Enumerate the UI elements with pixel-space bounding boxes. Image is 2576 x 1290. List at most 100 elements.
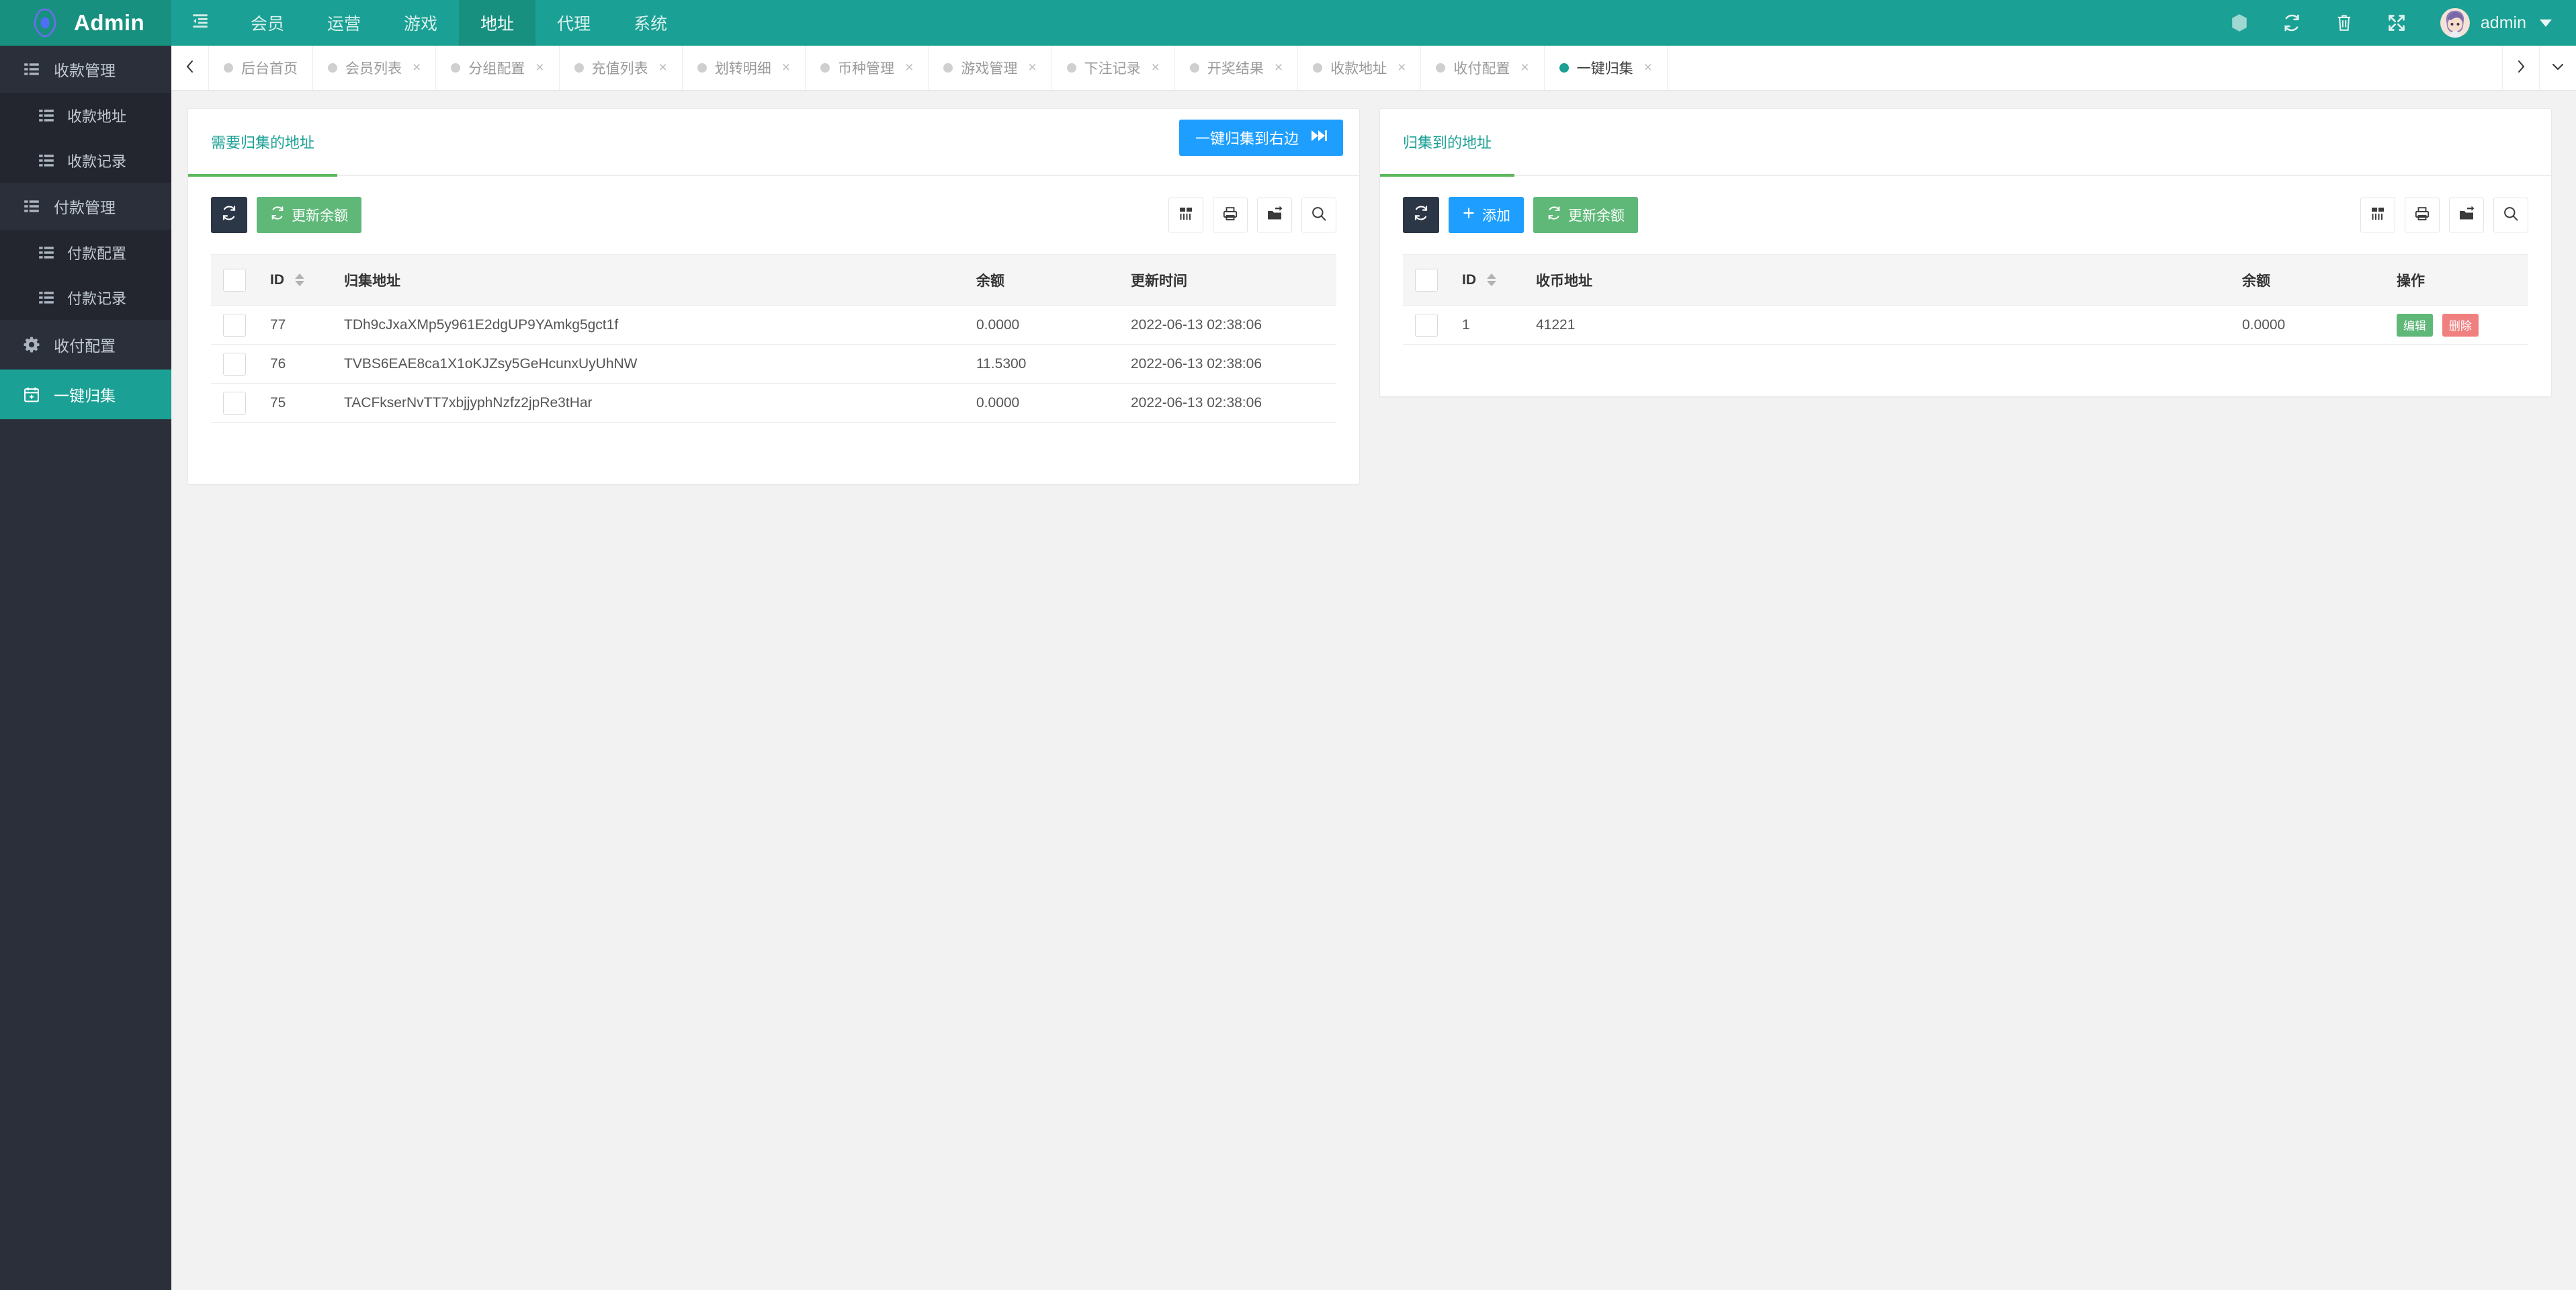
refresh-icon: [270, 206, 285, 224]
left-toolbar-icons: [1168, 198, 1336, 232]
header-updated-label: 更新时间: [1131, 273, 1187, 289]
tab-scroll-right-button[interactable]: [2502, 46, 2539, 90]
sidebar-item-collection-address[interactable]: 收款地址: [0, 93, 171, 138]
close-icon[interactable]: ×: [1028, 60, 1036, 76]
nav-label: 系统: [634, 15, 668, 34]
search-button[interactable]: [1301, 198, 1336, 232]
search-button[interactable]: [2493, 198, 2528, 232]
sidebar-item-receive-pay-config[interactable]: 收付配置: [0, 320, 171, 370]
tab-receive-pay-config[interactable]: 收付配置 ×: [1421, 46, 1545, 90]
table-row[interactable]: 75 TACFkserNvTT7xbjjyphNzfz2jpRe3tHar 0.…: [211, 383, 1336, 423]
list-icon: [23, 198, 40, 215]
right-update-balance-button[interactable]: 更新余额: [1533, 197, 1638, 233]
nav-item-0[interactable]: 会员: [229, 0, 306, 46]
nav-item-1[interactable]: 运营: [306, 0, 382, 46]
table-row[interactable]: 1 41221 0.0000 编辑 删除: [1403, 305, 2528, 345]
close-icon[interactable]: ×: [1644, 60, 1652, 76]
export-button[interactable]: [1257, 198, 1292, 232]
tab-member-list[interactable]: 会员列表 ×: [313, 46, 437, 90]
header-id[interactable]: ID: [261, 254, 335, 306]
export-button[interactable]: [2449, 198, 2484, 232]
sort-icon[interactable]: [1486, 273, 1496, 287]
brand-logo-area[interactable]: Admin: [0, 0, 171, 46]
panel-tab-source[interactable]: 需要归集的地址: [188, 108, 338, 177]
row-checkbox[interactable]: [223, 391, 246, 415]
row-checkbox[interactable]: [223, 352, 246, 376]
sidebar-group-payment[interactable]: 付款管理: [0, 183, 171, 230]
fullscreen-button[interactable]: [2370, 0, 2423, 46]
nav-item-5[interactable]: 系统: [612, 0, 689, 46]
sidebar-group-label: 付款管理: [54, 199, 116, 216]
close-icon[interactable]: ×: [1398, 60, 1406, 76]
row-checkbox[interactable]: [1415, 313, 1438, 337]
list-icon: [38, 244, 55, 261]
nav-item-4[interactable]: 代理: [535, 0, 612, 46]
export-icon: [2458, 206, 2475, 225]
sidebar-item-label: 收款地址: [67, 108, 127, 125]
close-icon[interactable]: ×: [535, 60, 544, 76]
close-icon[interactable]: ×: [1152, 60, 1160, 76]
sidebar-item-payment-record[interactable]: 付款记录: [0, 275, 171, 320]
table-row[interactable]: 76 TVBS6EAE8ca1X1oKJZsy5GeHcunxUyUhNW 11…: [211, 344, 1336, 384]
select-all-checkbox[interactable]: [1415, 268, 1438, 292]
panel-tab-label: 需要归集的地址: [211, 134, 315, 151]
left-update-balance-button[interactable]: 更新余额: [257, 197, 361, 233]
sidebar-toggle-button[interactable]: [171, 0, 229, 46]
tab-recharge-list[interactable]: 充值列表 ×: [560, 46, 683, 90]
tab-menu-button[interactable]: [2539, 46, 2576, 90]
print-button[interactable]: [1213, 198, 1248, 232]
sidebar-item-collection-record[interactable]: 收款记录: [0, 138, 171, 183]
tab-transfer-detail[interactable]: 划转明细 ×: [683, 46, 806, 90]
close-icon[interactable]: ×: [659, 60, 667, 76]
right-refresh-button[interactable]: [1403, 197, 1439, 233]
close-icon[interactable]: ×: [1520, 60, 1529, 76]
chevron-left-icon: [183, 58, 197, 78]
tab-game-manage[interactable]: 游戏管理 ×: [929, 46, 1052, 90]
sidebar-group-collection[interactable]: 收款管理: [0, 46, 171, 93]
tab-group-config[interactable]: 分组配置 ×: [436, 46, 560, 90]
header-id[interactable]: ID: [1453, 254, 1527, 306]
tab-one-click-collect[interactable]: 一键归集 ×: [1545, 46, 1668, 90]
right-toolbar-icons: [2360, 198, 2528, 232]
left-refresh-button[interactable]: [211, 197, 247, 233]
close-icon[interactable]: ×: [1275, 60, 1283, 76]
select-all-checkbox[interactable]: [223, 268, 246, 292]
theme-button[interactable]: [2213, 0, 2266, 46]
top-header: Admin 会员 运营 游戏 地址 代理 系统 admin: [0, 0, 2576, 46]
sidebar-item-one-click-collect[interactable]: 一键归集: [0, 370, 171, 419]
nav-item-2[interactable]: 游戏: [382, 0, 459, 46]
collect-to-right-button[interactable]: 一键归集到右边: [1178, 120, 1343, 156]
print-button[interactable]: [2405, 198, 2440, 232]
close-icon[interactable]: ×: [413, 60, 421, 76]
tab-collection-address[interactable]: 收款地址 ×: [1298, 46, 1422, 90]
column-filter-button[interactable]: [2360, 198, 2395, 232]
tab-bar: 后台首页 会员列表 × 分组配置 × 充值列表 × 划转明细 × 币种管理 × 游戏管理 ×…: [171, 46, 2576, 91]
tab-bet-record[interactable]: 下注记录 ×: [1052, 46, 1175, 90]
row-id: 77: [261, 305, 335, 345]
close-icon[interactable]: ×: [782, 60, 790, 76]
sidebar-item-payment-config[interactable]: 付款配置: [0, 230, 171, 275]
column-filter-button[interactable]: [1168, 198, 1203, 232]
tab-scroll-left-button[interactable]: [171, 46, 208, 90]
app-root: Admin 会员 运营 游戏 地址 代理 系统 admin 收款管理 收款地址 …: [0, 0, 2576, 1290]
user-menu[interactable]: admin: [2423, 8, 2552, 38]
table-body: 77 TDh9cJxaXMp5y961E2dgUP9YAmkg5gct1f 0.…: [211, 305, 1336, 423]
tab-dot: [820, 63, 830, 73]
tab-lottery-result[interactable]: 开奖结果 ×: [1175, 46, 1299, 90]
close-icon[interactable]: ×: [905, 60, 913, 76]
panel-header: 需要归集的地址 一键归集到右边: [188, 108, 1359, 177]
refresh-icon: [1413, 205, 1429, 225]
tab-home[interactable]: 后台首页: [208, 46, 313, 90]
delete-button[interactable]: 删除: [2442, 313, 2479, 337]
tab-currency-manage[interactable]: 币种管理 ×: [806, 46, 929, 90]
sidebar-subgroup-collection: 收款地址 收款记录: [0, 93, 171, 183]
edit-button[interactable]: 编辑: [2397, 313, 2433, 337]
sort-icon[interactable]: [294, 273, 304, 287]
nav-item-3[interactable]: 地址: [459, 0, 536, 46]
table-row[interactable]: 77 TDh9cJxaXMp5y961E2dgUP9YAmkg5gct1f 0.…: [211, 305, 1336, 345]
panel-tab-destination[interactable]: 归集到的地址: [1380, 108, 1515, 177]
clear-cache-button[interactable]: [2318, 0, 2370, 46]
refresh-button[interactable]: [2266, 0, 2318, 46]
row-checkbox[interactable]: [223, 313, 246, 337]
add-address-button[interactable]: 添加: [1449, 197, 1524, 233]
